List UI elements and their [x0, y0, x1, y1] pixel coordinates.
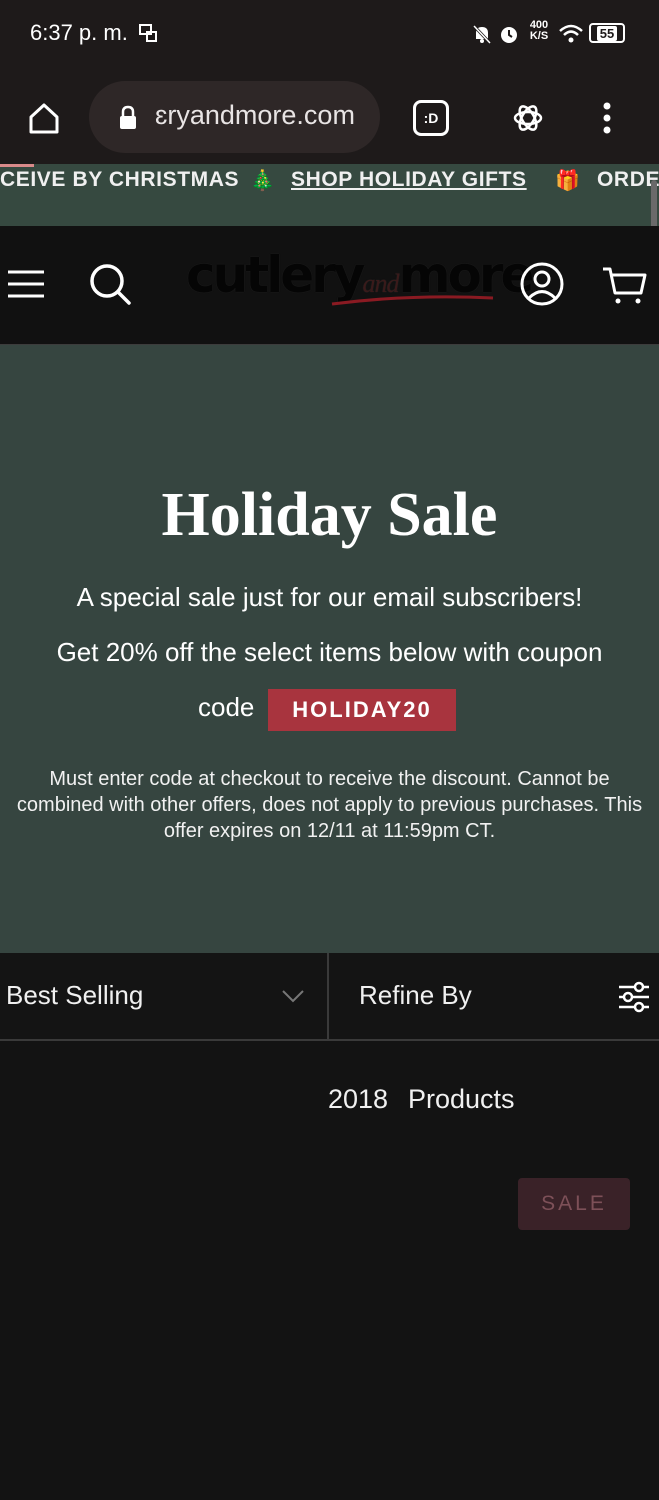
chatgpt-icon[interactable]: [506, 96, 550, 140]
sale-badge: SALE: [518, 1178, 630, 1230]
more-options-icon[interactable]: [592, 96, 622, 140]
network-speed: 400 K/S: [527, 20, 551, 42]
screenshot-notification-icon: [137, 22, 159, 44]
alarm-icon: [497, 22, 521, 46]
offer-fine-print: Must enter code at checkout to receive t…: [16, 768, 643, 842]
sort-selected-value: Best Selling: [6, 980, 144, 1010]
coupon-code-label: code: [198, 692, 255, 722]
product-count: 2018: [328, 1084, 389, 1114]
product-count-label: Products: [408, 1084, 515, 1114]
tab-count: :D: [423, 110, 439, 126]
page-load-progress: [0, 164, 34, 167]
home-icon[interactable]: [22, 96, 66, 140]
lock-icon: [114, 103, 142, 133]
christmas-tree-icon: 🎄: [250, 170, 276, 192]
refine-by-label: Refine By: [359, 980, 472, 1010]
url-text: ɛryandmore.com: [155, 100, 355, 130]
filter-sliders-icon: [616, 979, 652, 1015]
wifi-icon: [557, 22, 585, 46]
logo-swoosh: [331, 295, 494, 306]
hero-subtitle: A special sale just for our email subscr…: [76, 582, 583, 612]
tab-switcher-button[interactable]: :D: [413, 100, 449, 136]
hero-title: Holiday Sale: [161, 481, 498, 549]
menu-icon[interactable]: [4, 262, 48, 306]
ticker-text-right: ORDE: [597, 168, 659, 191]
shop-holiday-gifts-link[interactable]: SHOP HOLIDAY GIFTS: [291, 168, 527, 192]
mute-bell-icon: [470, 22, 494, 46]
coupon-code-badge: HOLIDAY20: [268, 689, 456, 731]
chevron-down-icon: [281, 986, 305, 1006]
battery-icon: 55: [589, 23, 625, 43]
network-speed-unit: K/S: [529, 30, 549, 42]
ticker-text-left: CEIVE BY CHRISTMAS: [0, 168, 240, 191]
account-icon[interactable]: [518, 260, 566, 308]
gift-icon: 🎁: [555, 170, 581, 192]
status-time: 6:37 p. m.: [30, 20, 128, 45]
hero-offer-text: Get 20% off the select items below with …: [56, 637, 603, 667]
search-icon[interactable]: [86, 260, 134, 308]
cart-icon[interactable]: [600, 262, 648, 308]
battery-level: 55: [596, 25, 618, 41]
